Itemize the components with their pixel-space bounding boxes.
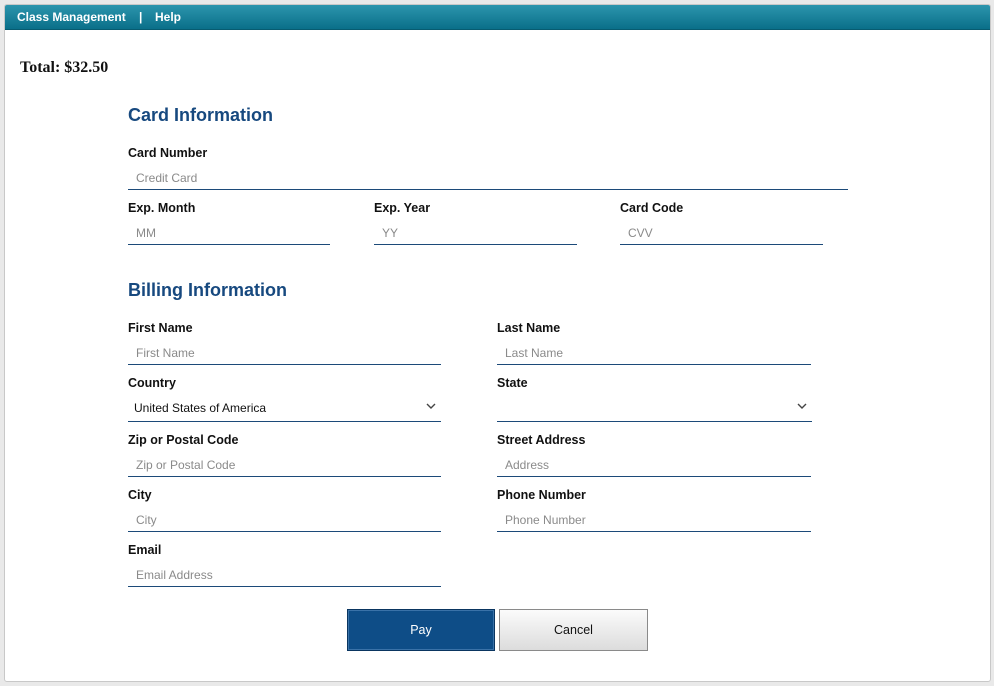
- last-name-input[interactable]: [497, 341, 811, 365]
- chevron-down-icon: [797, 403, 807, 409]
- order-total: Total: $32.50: [20, 59, 109, 76]
- card-information-title: Card Information: [128, 105, 274, 125]
- state-label: State: [497, 376, 528, 390]
- card-code-input[interactable]: [620, 221, 823, 245]
- exp-year-label: Exp. Year: [374, 201, 431, 215]
- country-select[interactable]: United States of America: [128, 394, 441, 422]
- pay-button[interactable]: Pay: [347, 609, 495, 651]
- city-label: City: [128, 488, 152, 502]
- country-selected-value: United States of America: [134, 401, 267, 415]
- email-input[interactable]: [128, 563, 441, 587]
- street-address-input[interactable]: [497, 453, 811, 477]
- zip-label: Zip or Postal Code: [128, 433, 239, 447]
- card-number-label: Card Number: [128, 146, 208, 160]
- email-label: Email: [128, 543, 162, 557]
- country-label: Country: [128, 376, 176, 390]
- nav-separator: |: [139, 10, 143, 24]
- phone-number-input[interactable]: [497, 508, 811, 532]
- payment-window: Class Management | Help Total: $32.50 Ca…: [4, 4, 991, 682]
- first-name-input[interactable]: [128, 341, 441, 365]
- card-number-input[interactable]: [128, 166, 848, 190]
- exp-month-label: Exp. Month: [128, 201, 196, 215]
- city-input[interactable]: [128, 508, 441, 532]
- cancel-button[interactable]: Cancel: [499, 609, 648, 651]
- last-name-label: Last Name: [497, 321, 561, 335]
- nav-class-management[interactable]: Class Management: [17, 10, 126, 24]
- zip-input[interactable]: [128, 453, 441, 477]
- street-address-label: Street Address: [497, 433, 586, 447]
- first-name-label: First Name: [128, 321, 193, 335]
- state-select[interactable]: [497, 394, 812, 422]
- billing-information-title: Billing Information: [128, 280, 287, 300]
- exp-month-input[interactable]: [128, 221, 330, 245]
- card-code-label: Card Code: [620, 201, 684, 215]
- top-nav-bar: Class Management | Help: [5, 5, 990, 30]
- chevron-down-icon: [426, 403, 436, 409]
- phone-number-label: Phone Number: [497, 488, 586, 502]
- exp-year-input[interactable]: [374, 221, 577, 245]
- nav-help[interactable]: Help: [155, 10, 181, 24]
